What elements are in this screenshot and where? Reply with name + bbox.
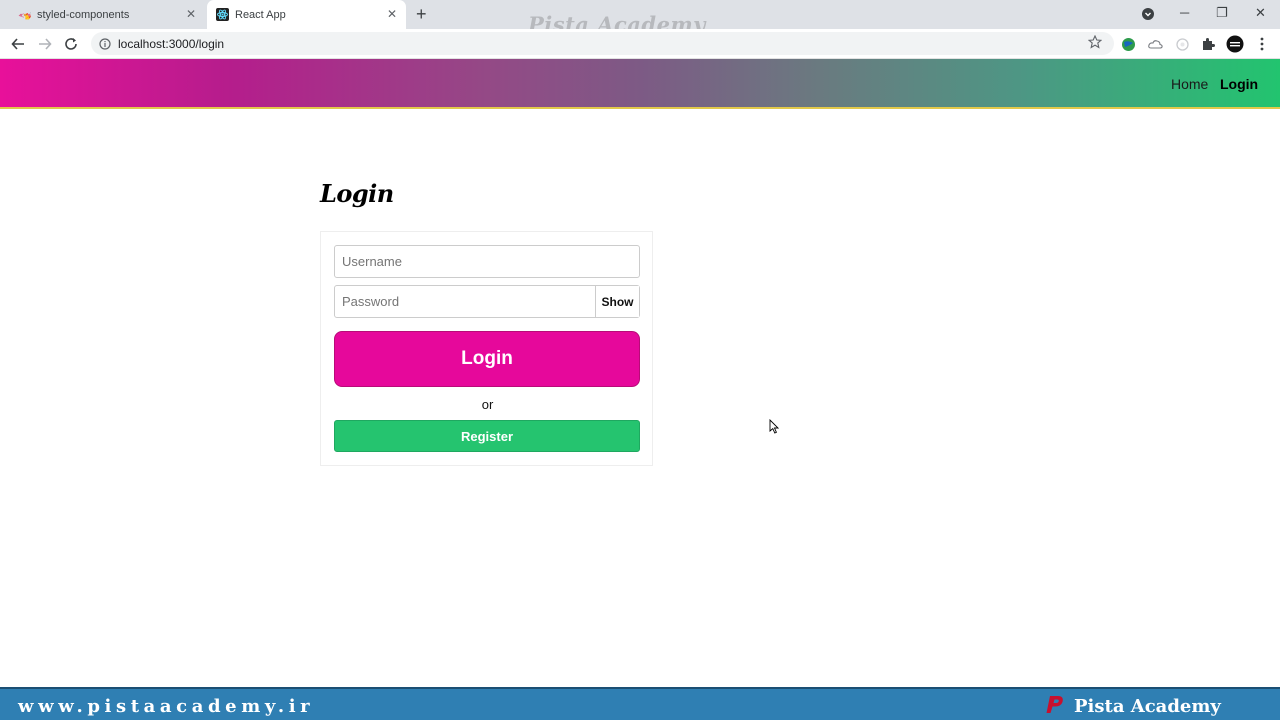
or-divider-text: or [481,397,494,412]
pista-academy-logo-icon [1044,693,1066,720]
url-text: localhost:3000/login [118,37,225,51]
watermark-band: www.pistaacademy.ir Pista Academy [0,687,1280,720]
tab-react-app[interactable]: React App ✕ [207,0,406,29]
extension-cloud-icon[interactable] [1147,36,1163,52]
register-button[interactable]: Register [334,420,640,452]
bookmark-star-icon[interactable] [1087,34,1103,54]
forward-arrow-icon[interactable] [36,35,54,53]
styled-components-favicon-icon: <💅 [18,8,31,21]
browser-tab-strip: <💅 styled-components ✕ React App ✕ + Pis… [0,0,1280,37]
extension-circle-icon[interactable] [1174,36,1190,52]
extension-globe-icon[interactable] [1120,36,1136,52]
site-header: Home Login [0,59,1280,109]
page-title: Login [320,179,394,208]
mouse-pointer-icon [769,418,780,440]
show-password-button[interactable]: Show [595,286,639,317]
watermark-brand-name: Pista Academy [1074,696,1221,717]
profile-avatar-icon[interactable] [1226,35,1244,53]
tab-title: React App [235,8,286,21]
username-input[interactable] [334,245,640,278]
close-tab-icon[interactable]: ✕ [387,7,397,21]
new-tab-plus-icon[interactable]: + [416,4,427,24]
login-form: Show Login or Register [320,231,653,466]
tab-search-icon[interactable] [1141,7,1155,24]
nav-home-link[interactable]: Home [1171,76,1208,92]
browser-toolbar: localhost:3000/login [0,29,1280,59]
back-arrow-icon[interactable] [9,35,27,53]
watermark-website: www.pistaacademy.ir [18,696,315,717]
react-favicon-icon [216,8,229,21]
extensions-puzzle-icon[interactable] [1200,36,1216,52]
watermark-brand: Pista Academy [1044,693,1221,720]
password-field-group: Show [334,285,640,318]
minimize-icon[interactable]: ─ [1180,5,1189,20]
browser-menu-icon[interactable] [1254,36,1270,52]
address-bar[interactable]: localhost:3000/login [91,32,1114,55]
tab-styled-components[interactable]: <💅 styled-components ✕ [0,0,205,29]
password-input[interactable] [335,286,595,317]
close-tab-icon[interactable]: ✕ [186,7,196,21]
reload-icon[interactable] [62,35,80,53]
tab-title: styled-components [37,8,130,21]
close-window-icon[interactable]: ✕ [1255,5,1266,21]
login-submit-button[interactable]: Login [334,331,640,387]
nav-login-link[interactable]: Login [1220,76,1258,92]
site-info-icon[interactable] [99,37,111,55]
restore-icon[interactable]: ❐ [1216,5,1228,21]
